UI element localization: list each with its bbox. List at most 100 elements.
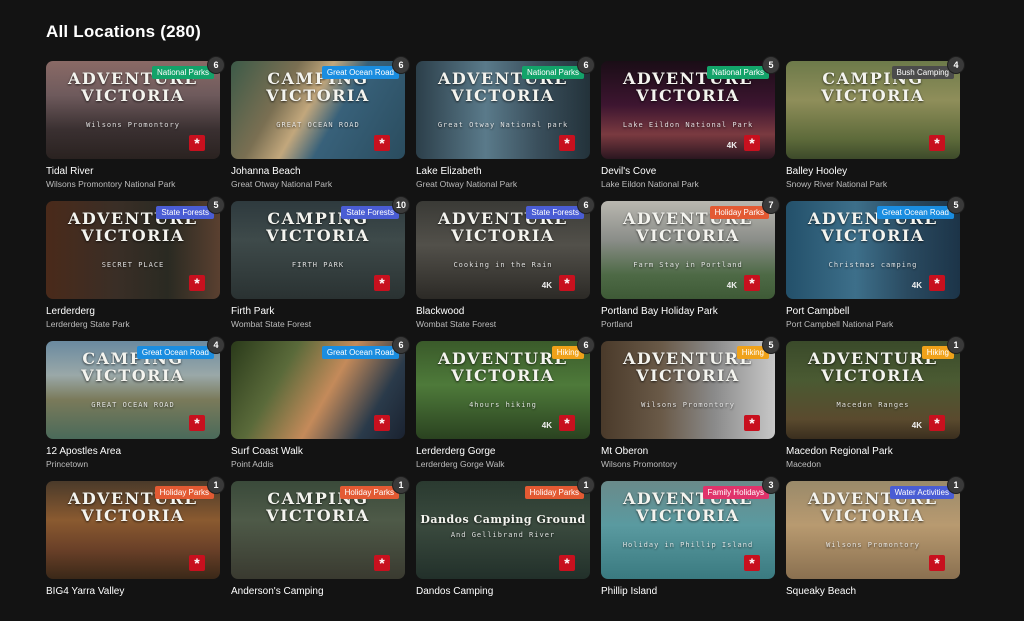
category-tag: Holiday Parks (154, 486, 214, 499)
category-tag: National Parks (521, 66, 584, 79)
location-card[interactable]: CAMPING VICTORIA * Holiday Parks 1 Anderson'… (231, 476, 410, 621)
location-name: Phillip Island (601, 586, 658, 597)
location-thumbnail[interactable]: ADVENTURE VICTORIA * Holiday Parks 1 (46, 476, 225, 579)
thumbnail-overlay-subtitle: Wilsons Promontory (641, 401, 735, 409)
location-card[interactable]: ADVENTURE VICTORIA Holiday in Phillip Isl… (601, 476, 780, 621)
thumbnail-overlay-subtitle: Christmas camping (828, 261, 918, 269)
location-card[interactable]: ADVENTURE VICTORIA Macedon Ranges 4K * Hikin… (786, 336, 965, 481)
location-park: Point Addis (231, 459, 274, 469)
location-name: Blackwood (416, 306, 465, 317)
resolution-badge: 4K (541, 421, 552, 430)
location-name: Mt Oberon (601, 446, 649, 457)
location-thumbnail[interactable]: ADVENTURE VICTORIA Wilsons Promontory * Nat… (46, 56, 225, 159)
location-card[interactable]: ADVENTURE VICTORIA Farm Stay in Portland 4… (601, 196, 780, 341)
resolution-badge: 4K (726, 141, 737, 150)
channel-logo-icon: * (189, 275, 205, 291)
location-card[interactable]: Dandos Camping Ground And Gellibrand Rive… (416, 476, 595, 621)
location-park: Snowy River National Park (786, 179, 888, 189)
location-card[interactable]: ADVENTURE VICTORIA Lake Eildon National P… (601, 56, 780, 201)
channel-logo-icon: * (189, 135, 205, 151)
location-name: BIG4 Yarra Valley (46, 586, 125, 597)
thumbnail-overlay-subtitle: FIRTH PARK (291, 261, 345, 269)
location-card[interactable]: CAMPING VICTORIA * Bush Camping 4 Balley Hoo… (786, 56, 965, 201)
category-tag: Great Ocean Road (876, 206, 954, 219)
location-card[interactable]: ADVENTURE VICTORIA SECRET PLACE * State For… (46, 196, 225, 341)
category-tag: Holiday Parks (339, 486, 399, 499)
location-thumbnail[interactable]: Dandos Camping Ground And Gellibrand Rive… (416, 476, 595, 579)
location-card[interactable]: CAMPING VICTORIA GREAT OCEAN ROAD * Great O… (46, 336, 225, 481)
location-name: Firth Park (231, 306, 275, 317)
video-count-badge: 6 (577, 56, 595, 74)
channel-logo-icon: * (929, 135, 945, 151)
video-count-badge: 5 (762, 336, 780, 354)
location-thumbnail[interactable]: ADVENTURE VICTORIA Wilsons Promontory * Hik… (601, 336, 780, 439)
category-tag: Great Ocean Road (321, 66, 399, 79)
location-thumbnail[interactable]: * Great Ocean Road 6 (231, 336, 410, 439)
video-count-badge: 1 (207, 476, 225, 494)
category-tag: State Forests (341, 206, 399, 219)
location-thumbnail[interactable]: ADVENTURE VICTORIA SECRET PLACE * State For… (46, 196, 225, 299)
location-thumbnail[interactable]: ADVENTURE VICTORIA Cooking in the Rain 4K *… (416, 196, 595, 299)
location-card[interactable]: ADVENTURE VICTORIA Cooking in the Rain 4K *… (416, 196, 595, 341)
video-count-badge: 1 (947, 476, 965, 494)
location-thumbnail[interactable]: CAMPING VICTORIA FIRTH PARK * State Forests… (231, 196, 410, 299)
location-card[interactable]: CAMPING VICTORIA GREAT OCEAN ROAD * Great O… (231, 56, 410, 201)
location-card[interactable]: CAMPING VICTORIA FIRTH PARK * State Forests… (231, 196, 410, 341)
location-thumbnail[interactable]: CAMPING VICTORIA GREAT OCEAN ROAD * Great O… (46, 336, 225, 439)
location-park: Wombat State Forest (416, 319, 497, 329)
channel-logo-icon: * (559, 415, 575, 431)
location-name: Balley Hooley (786, 166, 848, 177)
category-tag: Great Ocean Road (136, 346, 214, 359)
channel-logo-icon: * (744, 135, 760, 151)
location-card[interactable]: ADVENTURE VICTORIA Christmas camping 4K * Gr… (786, 196, 965, 341)
location-card[interactable]: ADVENTURE VICTORIA 4hours hiking 4K * Hiking… (416, 336, 595, 481)
video-count-badge: 4 (947, 56, 965, 74)
location-thumbnail[interactable]: CAMPING VICTORIA GREAT OCEAN ROAD * Great O… (231, 56, 410, 159)
channel-logo-icon: * (744, 275, 760, 291)
location-thumbnail[interactable]: ADVENTURE VICTORIA Christmas camping 4K * Gr… (786, 196, 965, 299)
location-thumbnail[interactable]: CAMPING VICTORIA * Holiday Parks 1 (231, 476, 410, 579)
location-thumbnail[interactable]: ADVENTURE VICTORIA 4hours hiking 4K * Hiking… (416, 336, 595, 439)
video-count-badge: 4 (207, 336, 225, 354)
location-park: Lerderderg State Park (46, 319, 130, 329)
location-park: Wilsons Promontory (601, 459, 678, 469)
category-tag: State Forests (526, 206, 584, 219)
location-thumbnail[interactable]: ADVENTURE VICTORIA Macedon Ranges 4K * Hikin… (786, 336, 965, 439)
location-thumbnail[interactable]: CAMPING VICTORIA * Bush Camping 4 (786, 56, 965, 159)
video-count-badge: 5 (947, 196, 965, 214)
channel-logo-icon: * (374, 275, 390, 291)
location-thumbnail[interactable]: ADVENTURE VICTORIA Great Otway National p… (416, 56, 595, 159)
channel-logo-icon: * (559, 555, 575, 571)
video-count-badge: 6 (577, 196, 595, 214)
category-tag: Water Activities (889, 486, 954, 499)
location-card[interactable]: ADVENTURE VICTORIA * Holiday Parks 1 BIG4 Ya… (46, 476, 225, 621)
location-thumbnail[interactable]: ADVENTURE VICTORIA Farm Stay in Portland 4… (601, 196, 780, 299)
channel-logo-icon: * (189, 555, 205, 571)
location-name: Lerderderg Gorge (416, 446, 496, 457)
channel-logo-icon: * (744, 415, 760, 431)
location-thumbnail[interactable]: ADVENTURE VICTORIA Holiday in Phillip Isl… (601, 476, 780, 579)
location-park: Portland (601, 319, 633, 329)
channel-logo-icon: * (374, 555, 390, 571)
thumbnail-overlay-subtitle: GREAT OCEAN ROAD (276, 121, 360, 129)
channel-logo-icon: * (559, 275, 575, 291)
video-count-badge: 3 (762, 476, 780, 494)
location-card[interactable]: ADVENTURE VICTORIA Great Otway National p… (416, 56, 595, 201)
thumbnail-overlay-subtitle: Great Otway National park (437, 121, 569, 129)
location-name: Surf Coast Walk (231, 446, 303, 457)
location-park: Wilsons Promontory National Park (46, 179, 176, 189)
location-name: Lake Elizabeth (416, 166, 482, 177)
thumbnail-overlay-subtitle: Wilsons Promontory (86, 121, 180, 129)
location-card[interactable]: ADVENTURE VICTORIA Wilsons Promontory * Wat… (786, 476, 965, 621)
location-card[interactable]: ADVENTURE VICTORIA Wilsons Promontory * Hik… (601, 336, 780, 481)
location-card[interactable]: ADVENTURE VICTORIA Wilsons Promontory * Nat… (46, 56, 225, 201)
location-park: Wombat State Forest (231, 319, 312, 329)
channel-logo-icon: * (189, 415, 205, 431)
location-thumbnail[interactable]: ADVENTURE VICTORIA Wilsons Promontory * Wat… (786, 476, 965, 579)
location-park: Lake Eildon National Park (601, 179, 699, 189)
channel-logo-icon: * (929, 275, 945, 291)
location-thumbnail[interactable]: ADVENTURE VICTORIA Lake Eildon National P… (601, 56, 780, 159)
video-count-badge: 1 (577, 476, 595, 494)
location-park: Lerderderg Gorge Walk (416, 459, 505, 469)
location-card[interactable]: * Great Ocean Road 6 Surf Coast Walk Point A… (231, 336, 410, 481)
